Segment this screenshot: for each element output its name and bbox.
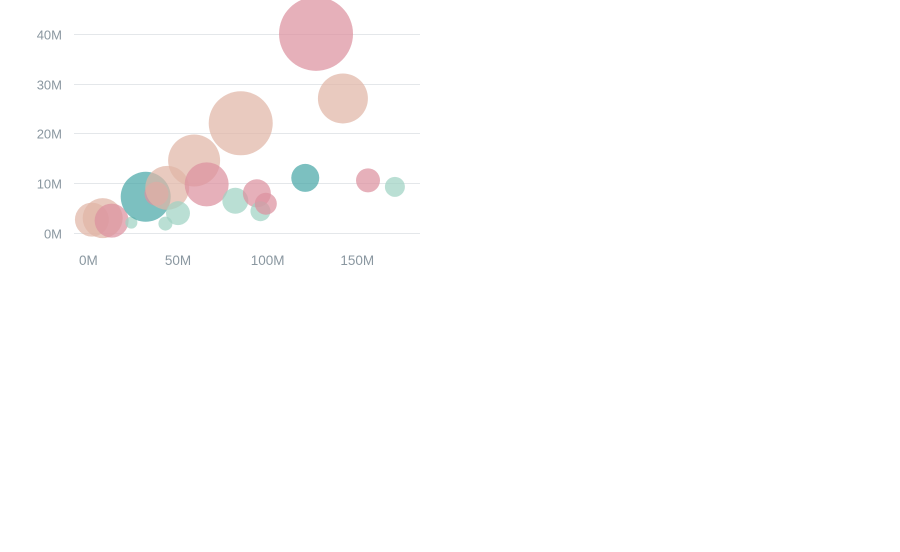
tick-label: 0M [44,227,62,242]
line-chart-panel: 050100150200 1998200120042007 [450,0,900,276]
bubble-y-tick-labels: 0M 10M 20M 30M 40M [37,28,62,242]
tick-label: 150M [340,253,374,268]
tick-label: 40M [37,28,62,43]
tick-label: 50M [165,253,191,268]
bubble-point[interactable] [165,201,190,226]
bubble-point[interactable] [184,162,229,207]
stacked-bar-chart-panel: 0 %20 %40 %60 %80 %100 % 123456 [0,276,450,552]
tick-label: 10M [37,177,62,192]
line-chart-svg: 050100150200 1998200120042007 [450,0,900,276]
bubble-point[interactable] [384,176,405,197]
bubble-point[interactable] [279,0,354,71]
stacked-bar-chart-svg: 0 %20 %40 %60 %80 %100 % 123456 [0,276,450,552]
bubble-point[interactable] [94,203,129,238]
bubble-point[interactable] [356,168,381,193]
area-chart-panel: 3600380040004200 JanMarJunAugOctDec [450,276,900,552]
tick-label: 30M [37,78,62,93]
bubble-point[interactable] [208,91,273,156]
bubble-points[interactable] [74,0,405,239]
area-chart-svg: 3600380040004200 JanMarJunAugOctDec [450,276,900,552]
tick-label: 20M [37,127,62,142]
bubble-chart-svg: 0M 10M 20M 30M 40M 0M 50M 100M 150M [37,0,420,268]
tick-label: 100M [251,253,285,268]
bubble-x-tick-labels: 0M 50M 100M 150M [79,253,374,268]
bubble-point[interactable] [291,163,320,192]
bubble-point[interactable] [254,192,277,215]
bubble-point[interactable] [317,73,368,124]
bubble-chart-panel: 0M 10M 20M 30M 40M 0M 50M 100M 150M [0,0,450,276]
dashboard-root: 0M 10M 20M 30M 40M 0M 50M 100M 150M 05010015020… [0,0,900,552]
tick-label: 0M [79,253,98,268]
